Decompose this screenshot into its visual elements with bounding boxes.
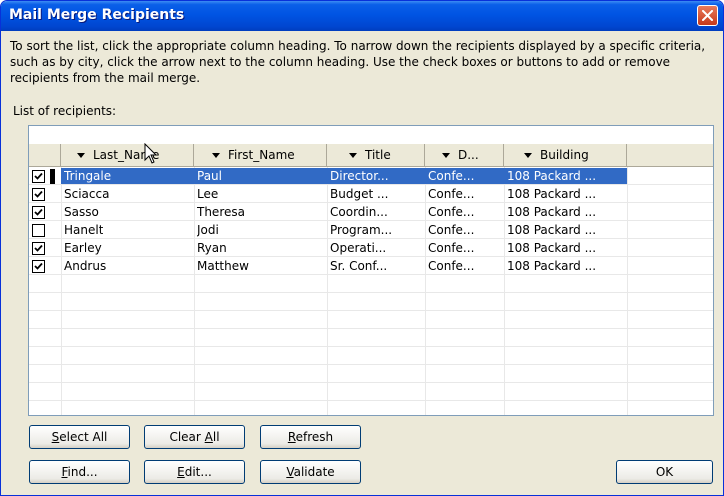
recipient-checkbox[interactable]: [32, 206, 45, 219]
cell-last: Sasso: [64, 205, 99, 219]
list-of-recipients-label: List of recipients:: [13, 104, 117, 118]
table-row[interactable]: Andrus Matthew Sr. Conf... Confe... 108 Pack…: [29, 258, 713, 275]
empty-row: [29, 366, 713, 383]
column-header-last-name[interactable]: Last_Name: [61, 144, 194, 166]
row-divider: [29, 346, 713, 347]
table-row[interactable]: Sasso Theresa Coordin... Confe... 108 Packar…: [29, 204, 713, 221]
checkbox-check-icon: [34, 208, 43, 216]
close-button[interactable]: [697, 5, 718, 26]
row-divider: [29, 310, 713, 311]
cell-first: Matthew: [197, 259, 249, 273]
empty-row: [29, 294, 713, 311]
column-header-first-name[interactable]: First_Name: [194, 144, 327, 166]
validate-button[interactable]: Validate: [260, 460, 361, 484]
cell-last: Earley: [64, 241, 102, 255]
dropdown-arrow-icon[interactable]: [524, 152, 532, 158]
cell-first: Paul: [197, 169, 222, 183]
row-divider: [29, 238, 713, 239]
column-header-building[interactable]: Building: [504, 144, 627, 166]
checkbox-check-icon: [34, 172, 43, 180]
cell-dept: Confe...: [428, 241, 475, 255]
cell-last: Hanelt: [64, 223, 104, 237]
dropdown-arrow-icon[interactable]: [442, 152, 450, 158]
row-divider: [29, 202, 713, 203]
checkbox-column-header[interactable]: [29, 144, 61, 166]
dropdown-arrow-icon[interactable]: [349, 152, 357, 158]
cell-last: Tringale: [64, 169, 112, 183]
recipient-checkbox[interactable]: [32, 260, 45, 273]
title-bar: Mail Merge Recipients: [1, 1, 723, 31]
ok-button[interactable]: OK: [616, 460, 713, 484]
refresh-button[interactable]: Refresh: [260, 425, 361, 449]
cell-last: Andrus: [64, 259, 107, 273]
recipient-checkbox[interactable]: [32, 170, 45, 183]
cell-first: Ryan: [197, 241, 227, 255]
column-header-department[interactable]: D...: [425, 144, 504, 166]
checkbox-check-icon: [34, 190, 43, 198]
recipient-checkbox[interactable]: [32, 224, 45, 237]
cell-first: Theresa: [197, 205, 245, 219]
empty-row: [29, 384, 713, 401]
cell-building: 108 Packard ...: [507, 169, 597, 183]
row-divider: [29, 364, 713, 365]
cell-title: Program...: [330, 223, 393, 237]
cell-building: 108 Packard ...: [507, 187, 597, 201]
mail-merge-recipients-dialog: Mail Merge Recipients To sort the list, …: [0, 0, 724, 496]
cell-building: 108 Packard ...: [507, 259, 597, 273]
cell-last: Sciacca: [64, 187, 110, 201]
row-divider: [29, 382, 713, 383]
row-divider: [29, 292, 713, 293]
dropdown-arrow-icon[interactable]: [77, 152, 85, 158]
empty-row: [29, 276, 713, 293]
recipients-list[interactable]: Last_Name First_Name Title D... Building: [28, 125, 714, 416]
row-divider: [29, 328, 713, 329]
row-divider: [29, 274, 713, 275]
row-divider: [29, 400, 713, 401]
cell-dept: Confe...: [428, 259, 475, 273]
cell-building: 108 Packard ...: [507, 241, 597, 255]
cell-dept: Confe...: [428, 223, 475, 237]
find-button[interactable]: Find...: [29, 460, 130, 484]
empty-row: [29, 330, 713, 347]
cell-building: 108 Packard ...: [507, 205, 597, 219]
clear-all-button[interactable]: Clear All: [144, 425, 245, 449]
current-row-marker: [50, 169, 55, 184]
checkbox-check-icon: [34, 262, 43, 270]
table-row[interactable]: Hanelt Jodi Program... Confe... 108 Packard …: [29, 222, 713, 239]
table-row[interactable]: Tringale Paul Director... Confe... 108 Packa…: [29, 168, 713, 185]
row-divider: [29, 220, 713, 221]
column-header-row: Last_Name First_Name Title D... Building: [29, 144, 713, 167]
cell-title: Director...: [330, 169, 389, 183]
select-all-button[interactable]: Select All: [29, 425, 130, 449]
cell-title: Operati...: [330, 241, 387, 255]
cell-first: Lee: [197, 187, 219, 201]
empty-row: [29, 312, 713, 329]
mouse-cursor-icon: [144, 143, 158, 164]
recipient-checkbox[interactable]: [32, 242, 45, 255]
cell-building: 108 Packard ...: [507, 223, 597, 237]
cell-dept: Confe...: [428, 205, 475, 219]
cell-dept: Confe...: [428, 169, 475, 183]
checkbox-check-icon: [34, 244, 43, 252]
cell-title: Budget ...: [330, 187, 389, 201]
table-row[interactable]: Sciacca Lee Budget ... Confe... 108 Packard …: [29, 186, 713, 203]
close-icon: [702, 10, 713, 21]
edit-button[interactable]: Edit...: [144, 460, 245, 484]
empty-row: [29, 402, 713, 415]
column-header-title[interactable]: Title: [327, 144, 425, 166]
table-row[interactable]: Earley Ryan Operati... Confe... 108 Packard …: [29, 240, 713, 257]
cell-first: Jodi: [197, 223, 219, 237]
row-divider: [29, 256, 713, 257]
empty-row: [29, 348, 713, 365]
cell-title: Coordin...: [330, 205, 388, 219]
row-divider: [29, 184, 713, 185]
instructions-text: To sort the list, click the appropriate …: [10, 39, 706, 85]
cell-dept: Confe...: [428, 187, 475, 201]
cell-title: Sr. Conf...: [330, 259, 388, 273]
window-title: Mail Merge Recipients: [9, 7, 185, 23]
dropdown-arrow-icon[interactable]: [212, 152, 220, 158]
recipient-checkbox[interactable]: [32, 188, 45, 201]
